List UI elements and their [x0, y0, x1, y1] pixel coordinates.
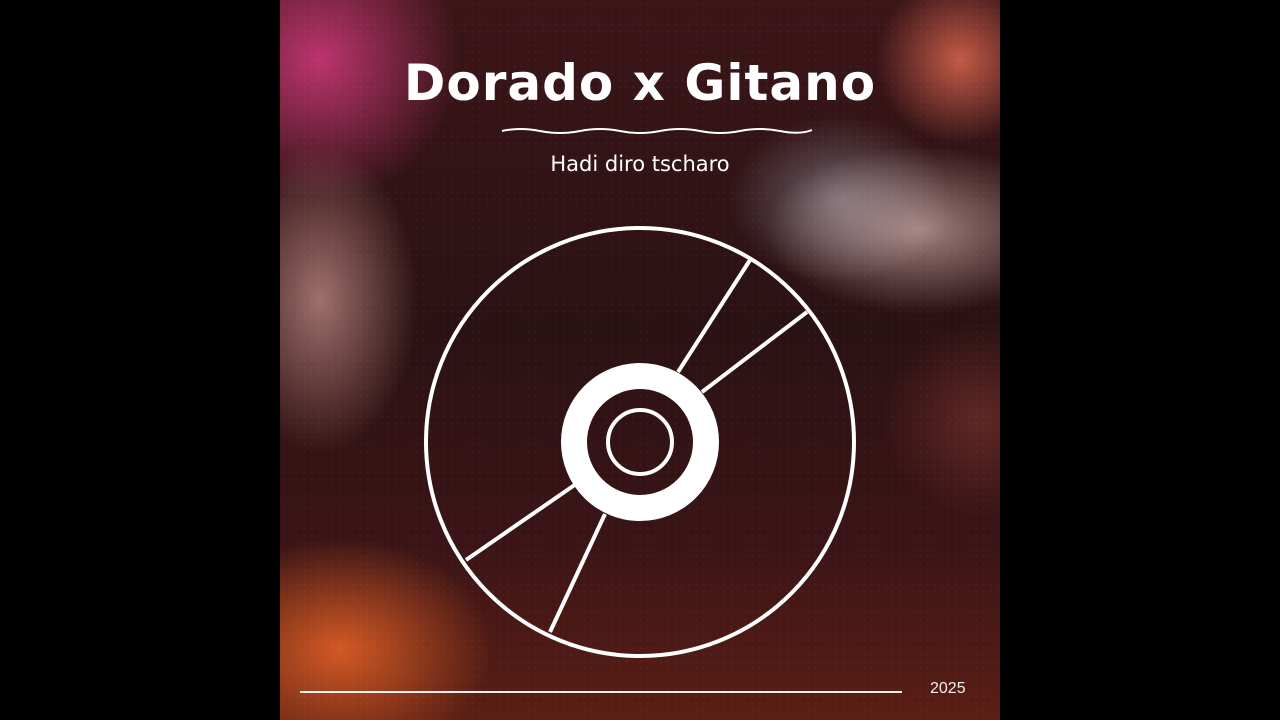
video-frame: Dorado x Gitano Hadi diro tscharo 2025: [0, 0, 1280, 720]
album-cover: Dorado x Gitano Hadi diro tscharo 2025: [280, 0, 1000, 720]
album-subtitle: Hadi diro tscharo: [550, 152, 730, 176]
release-year: 2025: [930, 680, 966, 697]
bottom-divider: [300, 691, 902, 693]
album-title: Dorado x Gitano: [403, 54, 877, 112]
disc-icon: [424, 226, 856, 658]
title-underline: [501, 128, 813, 134]
